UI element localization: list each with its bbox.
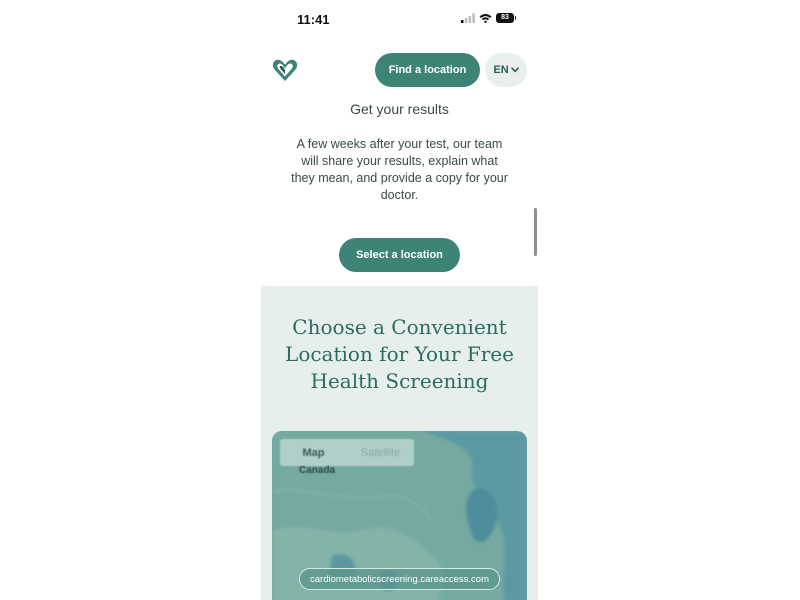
chevron-down-icon [510,67,519,73]
status-bar: 11:41 83 [261,0,538,40]
section-title: Choose a Convenient Location for Your Fr… [285,315,514,393]
map-region-label: Canada [299,465,336,476]
find-location-button[interactable]: Find a location [375,53,480,87]
status-time: 11:41 [297,12,330,27]
language-label: EN [493,64,509,76]
heart-logo-icon[interactable] [271,56,299,84]
results-description: A few weeks after your test, our team wi… [291,137,508,202]
phone-screen: 11:41 83 Find a location EN Get your res… [261,0,538,600]
status-icons: 83 [461,13,516,23]
map-tab-satellite[interactable]: Satellite [347,439,414,466]
url-bar[interactable]: cardiometabolicscreening.careaccess.com [299,568,500,590]
scrollbar[interactable] [534,208,537,256]
language-selector[interactable]: EN [485,53,527,87]
select-location-button[interactable]: Select a location [339,238,460,272]
choose-location-section: Choose a Convenient Location for Your Fr… [261,286,538,600]
wifi-icon [479,14,492,23]
battery-icon: 83 [496,13,516,23]
results-title: Get your results [350,101,449,117]
map-type-tabs: Map Satellite [280,439,414,466]
location-map[interactable]: Map Satellite Canada cardiometabolicscre… [272,431,527,600]
map-tab-map[interactable]: Map [280,439,347,466]
signal-icon [461,13,475,23]
